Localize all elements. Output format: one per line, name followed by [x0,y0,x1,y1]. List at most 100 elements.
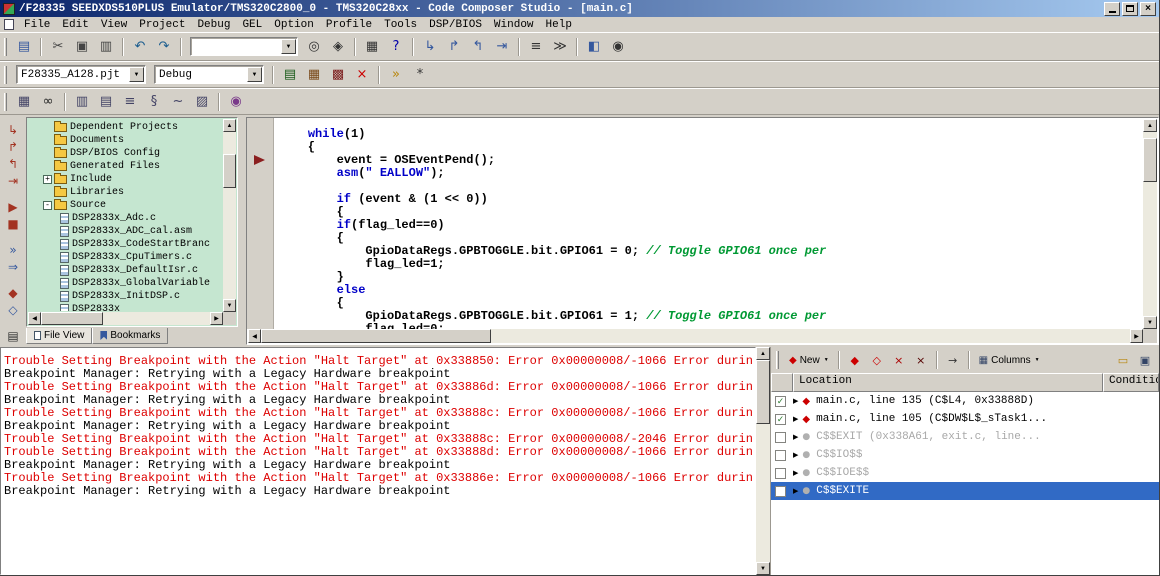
columns-button[interactable]: ▦Columns▼ [974,350,1045,370]
tab-bookmarks[interactable]: Bookmarks [92,328,168,344]
animate-icon[interactable]: » [3,241,23,258]
delete-breakpoint-icon[interactable]: × [889,351,909,369]
tree-item-source[interactable]: -Source [29,199,222,212]
menu-profile[interactable]: Profile [320,19,378,31]
rta-control-icon[interactable]: ▤ [3,327,23,344]
scroll-down-button[interactable]: ▼ [756,562,770,575]
paste-icon[interactable]: ▥ [95,37,117,57]
build-output-console[interactable]: Trouble Setting Breakpoint with the Acti… [0,347,756,575]
code-line[interactable]: } [279,271,1142,284]
redo-icon[interactable]: ↷ [153,37,175,57]
tree-item-dsp2833x-[interactable]: DSP2833x_ [29,303,222,311]
copy-icon[interactable]: ▣ [71,37,93,57]
code-line[interactable]: else [279,284,1142,297]
scroll-up-button[interactable]: ▲ [223,119,236,132]
print-icon[interactable]: ▦ [361,37,383,57]
breakpoint-enabled-checkbox[interactable] [775,450,786,461]
menu-gel[interactable]: GEL [236,19,268,31]
new-document-icon[interactable]: ▤ [13,37,35,57]
breakpoint-row[interactable]: ✓▶◆main.c, line 135 (C$L4, 0x33888D) [771,392,1159,410]
tree-item-include[interactable]: +Include [29,173,222,186]
breakpoint-row[interactable]: ▶●C$$IOE$$ [771,464,1159,482]
symbol-browser-icon[interactable]: § [143,92,165,112]
menu-dsp-bios[interactable]: DSP/BIOS [423,19,488,31]
debug-launch-icon[interactable]: » [385,65,407,85]
tab-file-view[interactable]: File View [26,328,92,344]
step-out-asm-icon[interactable]: ↰ [467,37,489,57]
tree-item-dsp2833x-initdsp-c[interactable]: DSP2833x_InitDSP.c [29,290,222,303]
project-select-dropdown[interactable]: ▼ [129,67,144,82]
menu-view[interactable]: View [95,19,133,31]
breakpoint-row[interactable]: ▶●C$$EXITE [771,482,1159,500]
scroll-thumb[interactable] [1143,138,1157,182]
build-config-dropdown[interactable]: ▼ [247,67,262,82]
load-breakpoints-icon[interactable]: ▭ [1113,351,1133,369]
breakpoint-row[interactable]: ▶●C$$IO$$ [771,446,1159,464]
incremental-build-icon[interactable]: ▦ [303,65,325,85]
tree-item-dsp2833x-adc-c[interactable]: DSP2833x_Adc.c [29,212,222,225]
scroll-thumb[interactable] [261,329,491,343]
code-line[interactable]: flag_led=1; [279,258,1142,271]
disassembly-window-icon[interactable]: ≡ [119,92,141,112]
menu-window[interactable]: Window [488,19,540,31]
scroll-left-button[interactable]: ◀ [28,312,41,325]
step-over-icon[interactable]: ↱ [3,138,23,155]
edit-bookmarks-icon[interactable]: ≡ [525,37,547,57]
tree-expand-toggle[interactable]: - [43,201,52,210]
project-select[interactable]: F28335_A128.pjt ▼ [16,65,146,84]
context-help-icon[interactable]: ? [385,37,407,57]
enable-all-breakpoints-icon[interactable]: ◆ [845,351,865,369]
undo-icon[interactable]: ↶ [129,37,151,57]
watch-window-icon[interactable]: ∞ [37,92,59,112]
column-header-condition[interactable]: Condition [1103,373,1159,392]
code-line[interactable]: asm(" EALLOW"); [279,167,1142,180]
new-breakpoint-button[interactable]: ◆New▼ [784,350,834,370]
build-options-icon[interactable]: * [409,65,431,85]
run-free-icon[interactable]: ⇒ [3,258,23,275]
run-to-cursor-icon[interactable]: ⇥ [3,172,23,189]
step-into-icon[interactable]: ↳ [3,121,23,138]
menu-tools[interactable]: Tools [378,19,423,31]
document-menu-icon[interactable] [4,19,14,30]
menu-option[interactable]: Option [268,19,320,31]
rta-window-icon[interactable]: ▨ [191,92,213,112]
restore-button[interactable] [1122,2,1138,16]
tree-item-dsp2833x-defaultisr-c[interactable]: DSP2833x_DefaultIsr.c [29,264,222,277]
delete-all-breakpoints-icon[interactable]: × [911,351,931,369]
breakpoint-enabled-checkbox[interactable] [775,432,786,443]
mixed-mode-icon[interactable]: ◧ [583,37,605,57]
tree-item-dsp2833x-globalvariable[interactable]: DSP2833x_GlobalVariable [29,277,222,290]
tree-horizontal-scrollbar[interactable]: ◀ ▶ [28,312,223,325]
toggle-breakpoint-icon[interactable]: ◆ [3,284,23,301]
code-line[interactable]: while(1) [279,128,1142,141]
tree-item-dsp2833x-cputimers-c[interactable]: DSP2833x_CpuTimers.c [29,251,222,264]
profile-setup-icon[interactable]: ◉ [225,92,247,112]
editor-gutter[interactable] [247,118,274,329]
find-in-files-icon[interactable]: ◈ [327,37,349,57]
step-over-asm-icon[interactable]: ↱ [443,37,465,57]
scroll-up-button[interactable]: ▲ [1143,119,1157,132]
breakpoint-row[interactable]: ✓▶◆main.c, line 105 (C$DW$L$_sTask1... [771,410,1159,428]
menu-edit[interactable]: Edit [56,19,94,31]
code-line[interactable]: if (event & (1 << 0)) [279,193,1142,206]
register-window-icon[interactable]: ▤ [95,92,117,112]
breakpoint-enabled-checkbox[interactable] [775,468,786,479]
restore-debug-windows-icon[interactable]: ▦ [13,92,35,112]
tree-item-dsp2833x-codestartbranc[interactable]: DSP2833x_CodeStartBranc [29,238,222,251]
tree-item-libraries[interactable]: Libraries [29,186,222,199]
minimize-button[interactable] [1104,2,1120,16]
memory-window-icon[interactable]: ▥ [71,92,93,112]
breakpoint-enabled-checkbox[interactable] [775,486,786,497]
editor-vertical-scrollbar[interactable]: ▲ ▼ [1143,119,1157,329]
scroll-right-button[interactable]: ▶ [1130,329,1143,343]
build-config-select[interactable]: Debug ▼ [154,65,264,84]
column-header-enabled[interactable] [771,373,793,392]
code-editor[interactable]: while(1) { event = OSEventPend(); asm(" … [246,117,1159,345]
step-into-asm-icon[interactable]: ↳ [419,37,441,57]
step-out-icon[interactable]: ↰ [3,155,23,172]
tree-item-dsp2833x-adc-cal-asm[interactable]: DSP2833x_ADC_cal.asm [29,225,222,238]
find-next-icon[interactable]: ◎ [303,37,325,57]
tree-item-generated-files[interactable]: Generated Files [29,160,222,173]
scroll-down-button[interactable]: ▼ [223,299,236,312]
scroll-down-button[interactable]: ▼ [1143,316,1157,329]
